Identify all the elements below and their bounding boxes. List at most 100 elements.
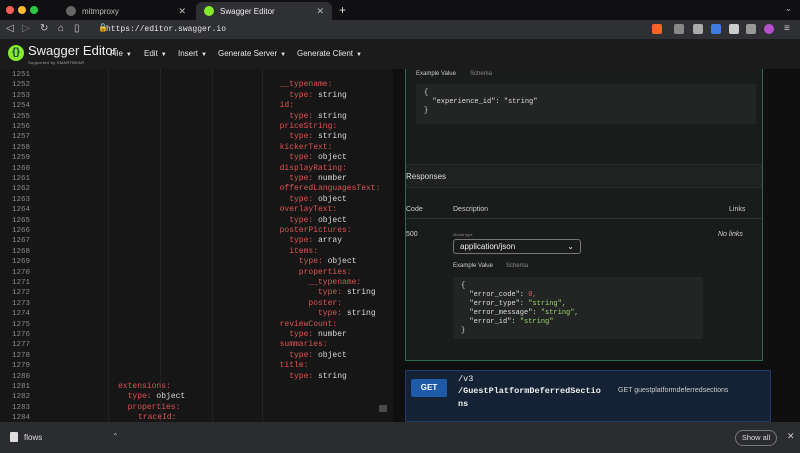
- puzzle-extensions-icon[interactable]: [729, 24, 739, 34]
- yaml-editor[interactable]: 1251 1252 1253 1254 1255 1256 1257 1258 1259 1260…: [0, 69, 393, 422]
- home-icon[interactable]: ⌂: [58, 23, 64, 34]
- brave-shields-icon[interactable]: [652, 24, 662, 34]
- response-code: 500: [406, 231, 418, 238]
- tab-swagger-editor[interactable]: Swagger Editor ✕: [196, 2, 332, 20]
- close-window-dot[interactable]: [6, 6, 14, 14]
- code-line[interactable]: traceId:: [138, 413, 176, 422]
- yaml-value: string: [313, 90, 347, 100]
- code-line[interactable]: poster:: [308, 299, 342, 308]
- code-line[interactable]: offeredLanguagesText:: [280, 184, 381, 193]
- code-line[interactable]: __typename:: [308, 278, 361, 287]
- extension-icon[interactable]: [674, 24, 684, 34]
- line-number: 1275: [11, 320, 30, 329]
- window-icon[interactable]: [746, 24, 756, 34]
- code-line[interactable]: type: array: [289, 236, 342, 245]
- show-all-button[interactable]: Show all: [735, 430, 777, 446]
- bookmark-icon[interactable]: ▯: [74, 23, 80, 34]
- line-number: 1267: [11, 237, 30, 246]
- line-number: 1282: [11, 393, 30, 402]
- code-line[interactable]: type: object: [289, 351, 347, 360]
- extension-icon[interactable]: [711, 24, 721, 34]
- code-line[interactable]: type: object: [289, 195, 347, 204]
- docs-preview-panel: Example Value Schema { "experience_id": …: [393, 69, 800, 422]
- divider: [406, 218, 762, 219]
- back-icon[interactable]: ◁: [6, 23, 14, 34]
- code-line[interactable]: type: object: [299, 257, 357, 266]
- media-type-select[interactable]: application/json ⌄: [453, 239, 581, 254]
- minimize-window-dot[interactable]: [18, 6, 26, 14]
- forward-icon[interactable]: ▷: [22, 23, 30, 34]
- code-line[interactable]: type: number: [289, 330, 347, 339]
- code-line[interactable]: id:: [280, 101, 294, 110]
- yaml-key: type:: [318, 309, 343, 319]
- col-description-header: Description: [453, 206, 489, 213]
- menu-icon[interactable]: ≡: [784, 23, 790, 34]
- code-line[interactable]: type: object: [289, 153, 347, 162]
- line-number: 1271: [11, 279, 30, 287]
- zoom-window-dot[interactable]: [30, 6, 38, 14]
- line-number: 1279: [11, 362, 30, 371]
- code-line[interactable]: type: string: [318, 309, 376, 318]
- code-line[interactable]: __typename:: [280, 80, 333, 89]
- response-schema-tab[interactable]: Schema: [506, 263, 528, 269]
- yaml-key: title:: [279, 361, 309, 371]
- json-line: {: [461, 282, 466, 290]
- operation-path-line3: ns: [458, 399, 469, 409]
- code-line[interactable]: type: number: [289, 174, 347, 183]
- menu-label: File: [110, 49, 123, 58]
- line-number: 1257: [11, 133, 30, 142]
- profile-avatar-icon[interactable]: [764, 24, 774, 34]
- code-line[interactable]: type: string: [289, 91, 347, 100]
- menu-generate-client[interactable]: Generate Client ▼: [297, 49, 362, 58]
- tab-mitmproxy[interactable]: mitmproxy ✕: [58, 2, 194, 20]
- code-line[interactable]: type: object: [289, 216, 347, 225]
- url-bar[interactable]: https://editor.swagger.io: [92, 22, 637, 37]
- line-number: 1259: [11, 154, 30, 163]
- menu-file[interactable]: File ▼: [110, 49, 132, 58]
- menu-insert[interactable]: Insert ▼: [178, 49, 207, 58]
- download-file-name[interactable]: flows: [24, 433, 42, 442]
- code-line[interactable]: title:: [280, 361, 309, 370]
- code-line[interactable]: extensions:: [118, 382, 171, 391]
- json-line: "error_code": 0,: [461, 291, 537, 299]
- reload-icon[interactable]: ↻: [40, 23, 48, 34]
- close-tab-icon[interactable]: ✕: [316, 6, 324, 17]
- request-example-value-tab[interactable]: Example Value: [416, 71, 456, 77]
- code-line[interactable]: posterPictures:: [280, 226, 352, 235]
- new-tab-button[interactable]: +: [339, 3, 346, 17]
- code-line[interactable]: properties:: [128, 403, 181, 412]
- operation-get-block[interactable]: GET /v3 /GuestPlatformDeferredSectio ns …: [405, 370, 771, 422]
- close-tab-icon[interactable]: ✕: [178, 6, 186, 17]
- scroll-marker[interactable]: [379, 405, 387, 412]
- code-line[interactable]: displayRating:: [280, 164, 347, 173]
- yaml-key: extensions:: [118, 382, 171, 391]
- code-line[interactable]: overlayText:: [280, 205, 338, 214]
- tab-search-chevron-icon[interactable]: ⌄: [785, 4, 792, 13]
- close-downloads-icon[interactable]: ✕: [787, 431, 795, 442]
- code-line[interactable]: items:: [289, 247, 318, 256]
- request-schema-tab[interactable]: Schema: [470, 71, 492, 77]
- extension-icon[interactable]: [693, 24, 703, 34]
- menu-edit[interactable]: Edit ▼: [144, 49, 167, 58]
- menu-generate-server[interactable]: Generate Server ▼: [218, 49, 286, 58]
- code-line[interactable]: reviewCount:: [280, 320, 338, 329]
- yaml-key: summaries:: [279, 340, 328, 350]
- tab-title: Swagger Editor: [220, 6, 275, 16]
- request-example-json: { "experience_id": "string" }: [416, 84, 756, 124]
- code-line[interactable]: type: string: [289, 372, 347, 381]
- code-line[interactable]: type: string: [318, 288, 376, 297]
- code-line[interactable]: priceString:: [280, 122, 338, 131]
- response-example-value-tab[interactable]: Example Value: [453, 263, 493, 269]
- yaml-key: type:: [289, 215, 314, 225]
- code-line[interactable]: summaries:: [280, 340, 328, 349]
- code-line[interactable]: type: string: [289, 112, 347, 121]
- code-line[interactable]: kickerText:: [280, 143, 333, 152]
- line-number: 1276: [11, 331, 30, 339]
- yaml-value: object: [313, 215, 347, 225]
- yaml-value: object: [322, 257, 357, 267]
- line-number: 1264: [11, 206, 30, 215]
- code-line[interactable]: type: object: [128, 392, 186, 401]
- code-line[interactable]: properties:: [299, 268, 352, 277]
- chevron-up-icon[interactable]: ⌃: [112, 432, 119, 441]
- code-line[interactable]: type: string: [289, 132, 347, 141]
